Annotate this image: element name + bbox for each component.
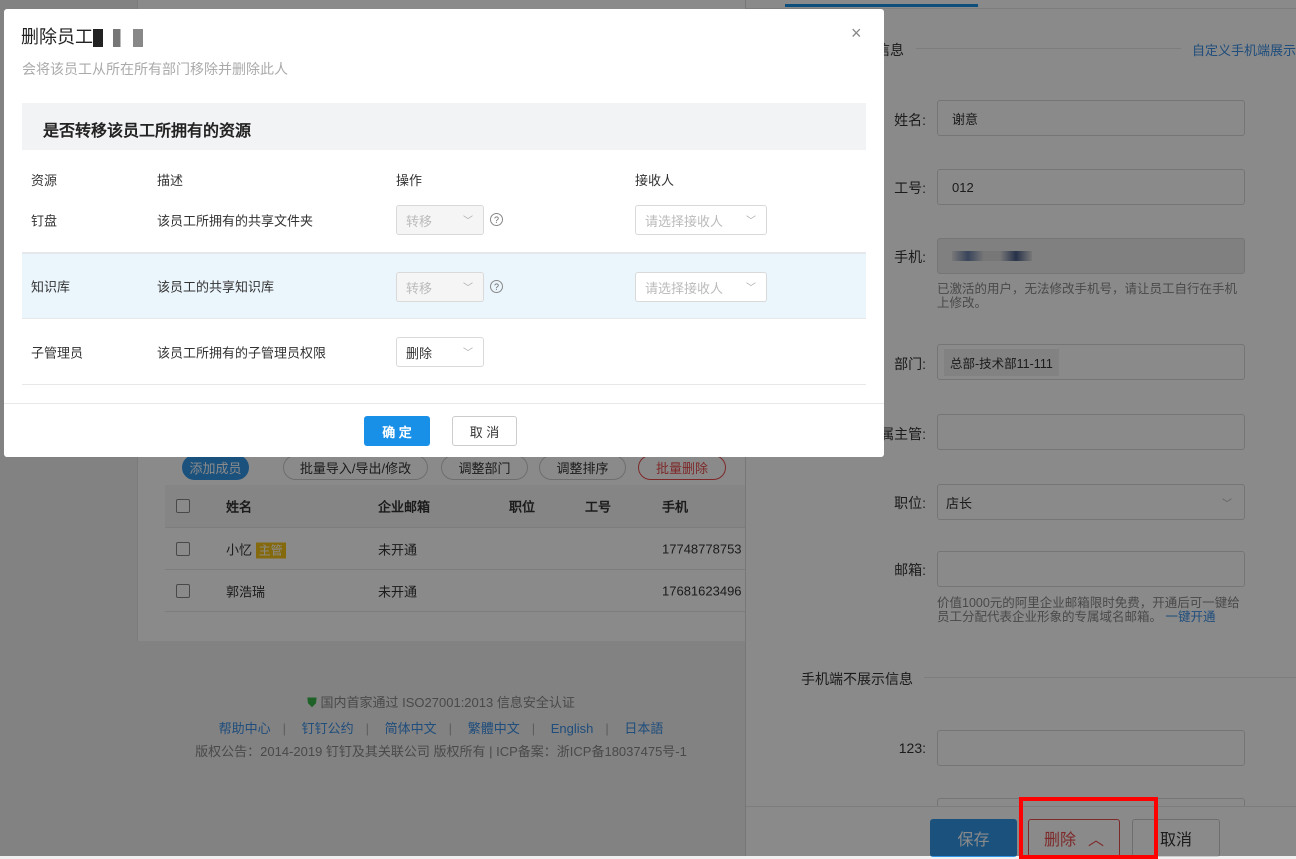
resource-row-knowledge: 知识库 该员工的共享知识库 转移 ﹀ ? 请选择接收人 ﹀ <box>22 253 866 319</box>
resource-row-dingpan: 钉盘 该员工所拥有的共享文件夹 转移 ﹀ ? 请选择接收人 ﹀ <box>22 187 866 253</box>
help-icon[interactable]: ? <box>490 280 503 293</box>
transfer-section-title: 是否转移该员工所拥有的资源 <box>22 103 866 150</box>
dialog-cancel-button[interactable]: 取 消 <box>452 416 517 446</box>
resource-row-subadmin: 子管理员 该员工所拥有的子管理员权限 删除 ﹀ <box>22 319 866 385</box>
action-select[interactable]: 删除 ﹀ <box>396 337 484 367</box>
chevron-down-icon: ﹀ <box>746 283 756 294</box>
resource-name: 知识库 <box>31 279 71 295</box>
resource-name: 子管理员 <box>31 345 84 360</box>
confirm-button[interactable]: 确 定 <box>364 416 430 446</box>
delete-employee-dialog: 删除员工 × 会将该员工从所在所有部门移除并删除此人 是否转移该员工所拥有的资源… <box>4 9 884 457</box>
action-select: 转移 ﹀ <box>396 272 484 302</box>
chevron-down-icon: ﹀ <box>463 348 473 359</box>
action-select: 转移 ﹀ <box>396 205 484 235</box>
chevron-down-icon: ﹀ <box>746 216 756 227</box>
resource-desc: 该员工所拥有的子管理员权限 <box>157 345 327 360</box>
receiver-select[interactable]: 请选择接收人 ﹀ <box>635 205 767 235</box>
resource-desc: 该员工的共享知识库 <box>157 279 275 295</box>
receiver-select[interactable]: 请选择接收人 ﹀ <box>635 272 767 302</box>
highlight-box <box>1019 797 1158 859</box>
chevron-down-icon: ﹀ <box>463 216 473 227</box>
dialog-title: 删除员工 <box>21 23 143 49</box>
redacted-name <box>93 29 143 48</box>
resource-name: 钉盘 <box>31 213 58 228</box>
help-icon[interactable]: ? <box>490 213 503 226</box>
resource-desc: 该员工所拥有的共享文件夹 <box>157 213 314 228</box>
close-icon[interactable]: × <box>851 23 862 44</box>
chevron-down-icon: ﹀ <box>463 283 473 294</box>
dialog-subtitle: 会将该员工从所在所有部门移除并删除此人 <box>22 61 288 77</box>
